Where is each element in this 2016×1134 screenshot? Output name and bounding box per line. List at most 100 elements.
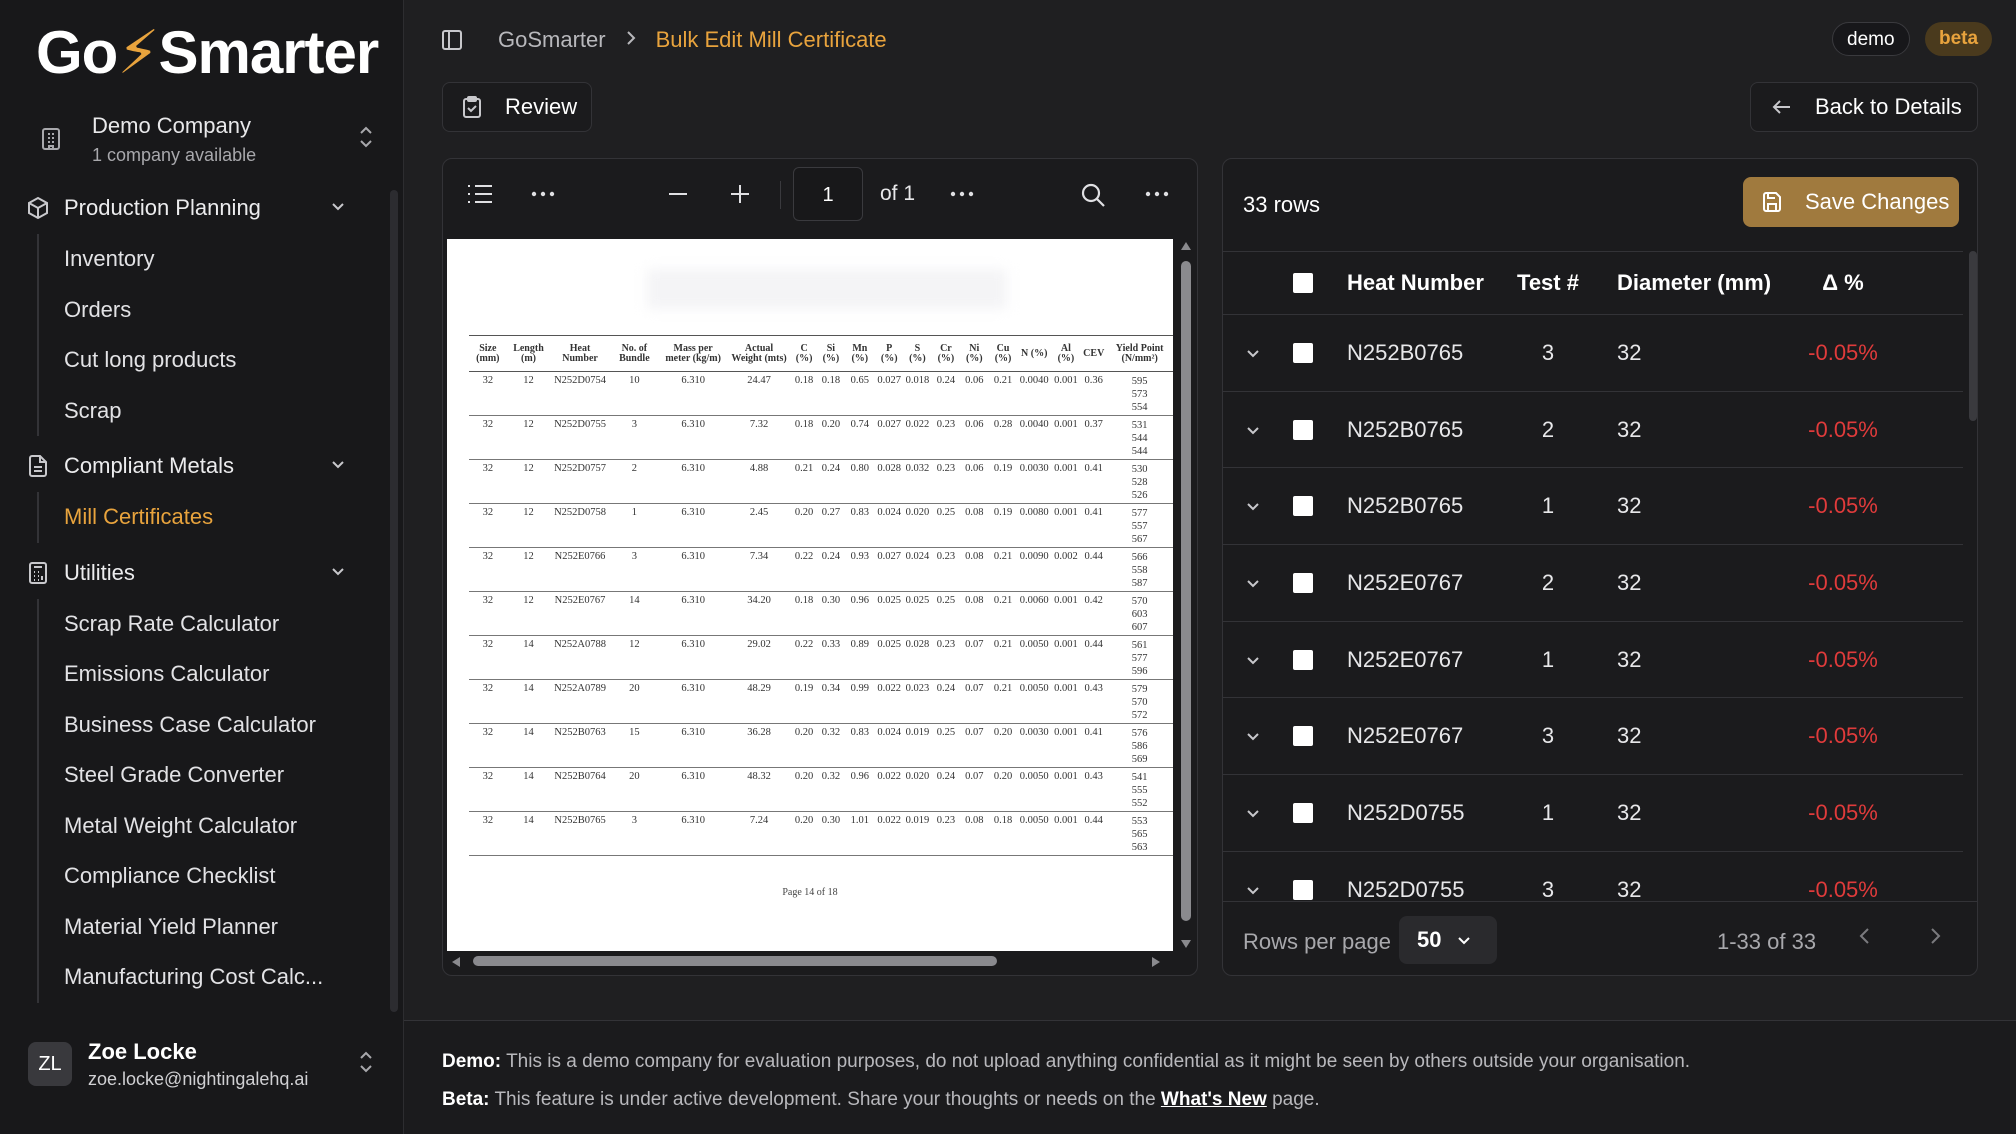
expand-row-chevron-icon[interactable] <box>1223 343 1283 363</box>
next-page-icon[interactable] <box>1925 924 1945 953</box>
scroll-down-icon[interactable] <box>1180 939 1192 949</box>
sidebar-item-steel-grade-converter[interactable]: Steel Grade Converter <box>39 750 390 801</box>
outline-list-icon[interactable] <box>465 181 495 212</box>
scroll-left-icon[interactable] <box>451 956 461 968</box>
sidebar-item-inventory[interactable]: Inventory <box>39 234 390 285</box>
column-header-test[interactable]: Test # <box>1503 270 1593 296</box>
certificate-cell: N252B0765 <box>550 811 610 856</box>
certificate-cell: 0.001 <box>1050 591 1082 636</box>
certificate-cell: 0.0090 <box>1017 547 1051 592</box>
expand-row-chevron-icon[interactable] <box>1223 880 1283 900</box>
sidebar-item-mill-certificates[interactable]: Mill Certificates <box>39 492 390 543</box>
sidebar-item-scrap[interactable]: Scrap <box>39 386 390 437</box>
zoom-in-icon[interactable] <box>727 181 753 212</box>
expand-row-chevron-icon[interactable] <box>1223 496 1283 516</box>
sidebar-item-material-yield-planner[interactable]: Material Yield Planner <box>39 902 390 953</box>
certificate-column-header: Actual Weight (mts) <box>727 335 791 372</box>
page-number-input[interactable]: 1 <box>793 167 863 221</box>
sidebar-item-compliance-checklist[interactable]: Compliance Checklist <box>39 851 390 902</box>
row-checkbox[interactable] <box>1293 879 1313 900</box>
nav-group-utilities[interactable]: Utilities <box>0 549 390 597</box>
row-checkbox[interactable] <box>1293 802 1313 823</box>
beta-badge: beta <box>1925 22 1993 56</box>
column-header-diameter[interactable]: Diameter (mm) <box>1593 270 1783 296</box>
previous-page-icon[interactable] <box>1855 924 1875 953</box>
row-checkbox[interactable] <box>1293 726 1313 747</box>
beta-note-text-end: page. <box>1272 1089 1320 1110</box>
sidebar-toggle-icon[interactable] <box>440 28 464 57</box>
sidebar-item-manufacturing-cost-calc[interactable]: Manufacturing Cost Calc... <box>39 952 390 1003</box>
zoom-out-icon[interactable] <box>665 181 691 212</box>
certificate-cell: 0.96 <box>844 591 876 636</box>
table-row[interactable]: N252D0755 1 32 -0.05% <box>1223 775 1963 852</box>
save-changes-button[interactable]: Save Changes <box>1743 177 1959 227</box>
table-scrollbar[interactable] <box>1969 251 1977 421</box>
nav-group-production-planning[interactable]: Production Planning <box>0 184 390 232</box>
certificate-cell: 6.310 <box>658 679 728 724</box>
more-horizontal-icon[interactable] <box>1143 181 1171 212</box>
expand-row-chevron-icon[interactable] <box>1223 420 1283 440</box>
rows-per-page-select[interactable]: 50 <box>1399 916 1497 964</box>
sidebar-item-scrap-rate-calculator[interactable]: Scrap Rate Calculator <box>39 599 390 650</box>
expand-row-chevron-icon[interactable] <box>1223 803 1283 823</box>
column-header-delta[interactable]: Δ % <box>1783 270 1903 296</box>
select-all-checkbox[interactable] <box>1293 273 1313 293</box>
cell-delta: -0.05% <box>1808 646 1878 672</box>
scroll-thumb[interactable] <box>473 956 997 966</box>
cell-heat-number: N252B0765 <box>1347 416 1464 442</box>
table-row[interactable]: N252B0765 1 32 -0.05% <box>1223 468 1963 546</box>
sidebar-item-emissions-calculator[interactable]: Emissions Calculator <box>39 649 390 700</box>
table-row[interactable]: N252D0755 3 32 -0.05% <box>1223 852 1963 901</box>
table-row[interactable]: N252E0767 3 32 -0.05% <box>1223 698 1963 776</box>
certificate-cell: 0.001 <box>1050 679 1082 724</box>
row-checkbox[interactable] <box>1293 496 1313 517</box>
whats-new-link[interactable]: What's New <box>1161 1089 1267 1110</box>
sidebar-scrollbar[interactable] <box>390 190 398 1012</box>
certificate-cell: 0.36 <box>1081 371 1107 416</box>
certificate-cell: 0.019 <box>903 811 932 856</box>
certificate-column-header: Mass per meter (kg/m) <box>658 335 728 372</box>
back-to-details-button[interactable]: Back to Details <box>1750 82 1978 132</box>
expand-row-chevron-icon[interactable] <box>1223 573 1283 593</box>
row-checkbox[interactable] <box>1293 649 1313 670</box>
table-row[interactable]: N252B0765 3 32 -0.05% <box>1223 315 1963 392</box>
review-button[interactable]: Review <box>442 82 592 132</box>
row-checkbox[interactable] <box>1293 419 1313 440</box>
table-row[interactable]: N252E0767 2 32 -0.05% <box>1223 545 1963 622</box>
row-checkbox[interactable] <box>1293 342 1313 363</box>
calculator-icon <box>29 561 47 584</box>
pdf-page[interactable]: Size (mm) Length (m) Heat Number No. of Bun… <box>447 239 1173 951</box>
search-icon[interactable] <box>1079 181 1107 214</box>
pdf-horizontal-scrollbar[interactable] <box>447 951 1173 971</box>
certificate-cell: 561 577 596 <box>1106 635 1173 680</box>
sidebar-item-cut-long-products[interactable]: Cut long products <box>39 335 390 386</box>
nav-group-compliant-metals[interactable]: Compliant Metals <box>0 442 390 490</box>
scroll-right-icon[interactable] <box>1151 956 1161 968</box>
expand-row-chevron-icon[interactable] <box>1223 650 1283 670</box>
user-menu[interactable]: ZL Zoe Locke zoe.locke@nightingalehq.ai <box>28 1030 380 1098</box>
expand-row-chevron-icon[interactable] <box>1223 726 1283 746</box>
table-row[interactable]: N252E0767 1 32 -0.05% <box>1223 622 1963 699</box>
more-horizontal-icon[interactable] <box>529 181 557 212</box>
sidebar-item-metal-weight-calculator[interactable]: Metal Weight Calculator <box>39 801 390 852</box>
table-row[interactable]: N252B0765 2 32 -0.05% <box>1223 392 1963 469</box>
scroll-up-icon[interactable] <box>1180 241 1192 251</box>
sidebar-item-orders[interactable]: Orders <box>39 285 390 336</box>
column-header-heat-number[interactable]: Heat Number <box>1323 270 1503 296</box>
certificate-cell: 15 <box>609 723 659 768</box>
more-horizontal-icon[interactable] <box>948 181 976 212</box>
row-checkbox[interactable] <box>1293 572 1313 593</box>
certificate-cell: 0.28 <box>988 415 1018 460</box>
pdf-vertical-scrollbar[interactable] <box>1177 239 1195 951</box>
cell-heat-number: N252B0765 <box>1347 493 1464 519</box>
page-count: of 1 <box>880 182 916 205</box>
scroll-thumb[interactable] <box>1181 261 1191 921</box>
sidebar-item-business-case-calculator[interactable]: Business Case Calculator <box>39 700 390 751</box>
gosmarter-logo[interactable]: Go⚡Smarter <box>36 18 379 88</box>
company-switcher[interactable]: Demo Company 1 company available <box>28 108 380 170</box>
arrow-left-icon <box>1772 100 1790 114</box>
certificate-cell: 0.001 <box>1050 415 1082 460</box>
certificate-cell: 36.28 <box>727 723 791 768</box>
certificate-cell: 3 <box>609 811 659 856</box>
breadcrumb-root[interactable]: GoSmarter <box>498 27 606 53</box>
